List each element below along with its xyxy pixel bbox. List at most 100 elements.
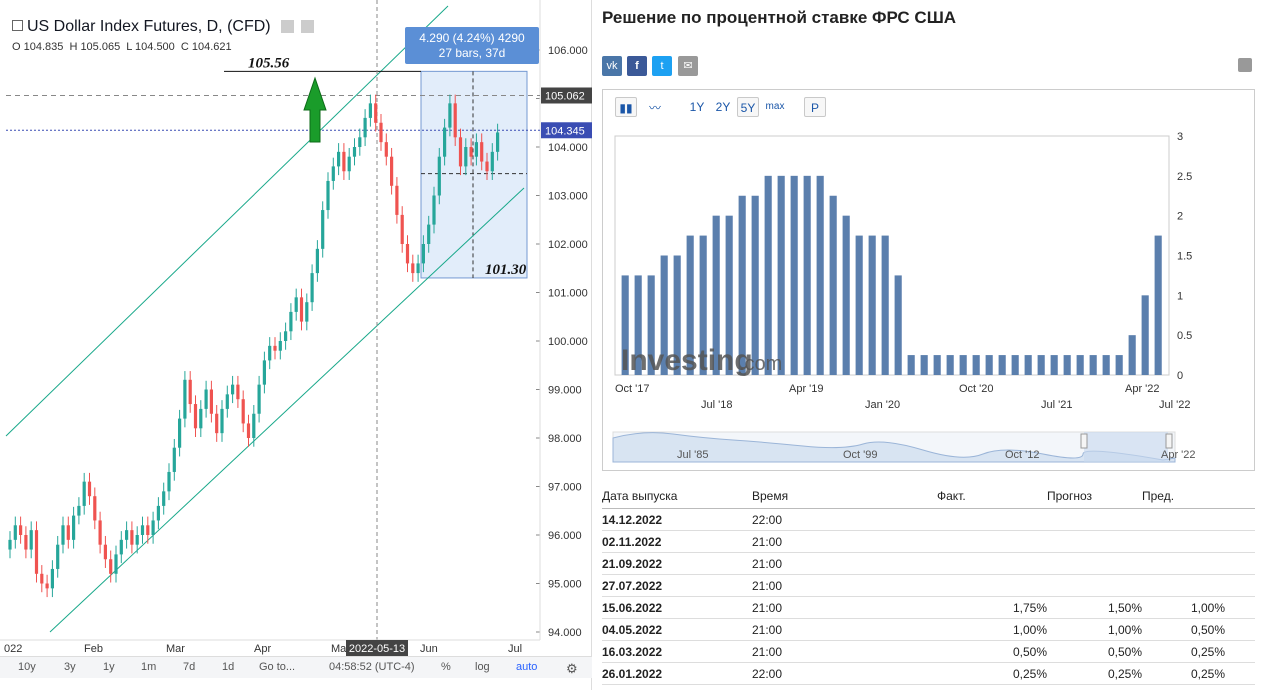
col-previous[interactable]: Пред.	[1142, 484, 1225, 509]
cell-previous	[1142, 552, 1225, 575]
settings-icon[interactable]	[281, 20, 295, 34]
candle-body	[405, 244, 410, 264]
y-tick-label: 1	[1177, 290, 1183, 302]
candle-body	[34, 530, 39, 574]
cell-actual	[937, 530, 1047, 553]
x-tick-label: Apr '22	[1125, 383, 1160, 395]
range-1m[interactable]: 1m	[141, 661, 156, 673]
range-max-button[interactable]: max	[762, 97, 788, 117]
price-tick-label: 99.000	[548, 385, 582, 397]
y-tick-label: 1.5	[1177, 251, 1192, 263]
investing-watermark: Investing	[621, 344, 753, 377]
range-1d[interactable]: 1d	[222, 661, 234, 673]
cell-forecast: 1,50%	[1047, 596, 1142, 619]
line-chart-toggle-icon[interactable]: 〰	[644, 97, 666, 117]
cell-forecast: 1,00%	[1047, 618, 1142, 641]
col-date[interactable]: Дата выпуска	[602, 484, 752, 509]
candlestick-chart[interactable]: 106.000105.000104.000103.000102.000101.0…	[0, 0, 592, 656]
table-header: Дата выпуска Время Факт. Прогноз Пред.	[602, 484, 1255, 509]
candle-body	[485, 161, 489, 172]
price-tick-label: 103.000	[548, 191, 588, 203]
candle-body	[490, 151, 494, 172]
candle-body	[241, 399, 245, 424]
cell-time: 21:00	[752, 552, 937, 575]
col-actual[interactable]: Факт.	[937, 484, 1047, 509]
candle-body	[284, 331, 288, 341]
cell-date: 21.09.2022	[602, 552, 752, 575]
range-5y-button[interactable]: 5Y	[737, 97, 759, 117]
instrument-name: US Dollar Index Futures, D, (CFD)	[27, 18, 271, 35]
time-tick-label: Ma	[331, 643, 347, 655]
chart-title: US Dollar Index Futures, D, (CFD)	[12, 18, 314, 36]
x-tick-label: Jan '20	[865, 399, 900, 411]
ohlc-readout: O 104.835 H 105.065 L 104.500 C 104.621	[12, 41, 235, 53]
cell-time: 22:00	[752, 508, 937, 531]
navigator-handle-right	[1165, 433, 1173, 449]
cell-date: 14.12.2022	[602, 508, 752, 531]
cell-actual	[937, 508, 1047, 531]
candle-body	[156, 505, 160, 521]
y-tick-label: 2	[1177, 211, 1183, 223]
current-price: 104.345	[545, 125, 585, 137]
candle-body	[326, 180, 330, 211]
candle-body	[215, 413, 219, 434]
percent-toggle[interactable]: %	[441, 661, 451, 673]
facebook-share-icon[interactable]: f	[627, 56, 647, 76]
bar-chart-toggle-icon[interactable]: ▮▮	[615, 97, 637, 117]
candle-body	[368, 103, 372, 118]
candle-body	[45, 583, 49, 589]
cell-forecast	[1047, 552, 1142, 575]
candle-body	[358, 137, 362, 147]
rate-bar	[829, 195, 837, 375]
candle-body	[421, 244, 425, 264]
candle-body	[432, 195, 436, 225]
rate-bar	[842, 215, 850, 375]
gear-icon[interactable]: ⚙	[566, 661, 578, 677]
candle-body	[331, 166, 335, 181]
col-forecast[interactable]: Прогноз	[1047, 484, 1142, 509]
candle-body	[98, 520, 102, 545]
rate-bar	[1063, 355, 1071, 375]
range-1y-button[interactable]: 1Y	[686, 97, 708, 117]
candle-body	[384, 142, 388, 157]
channel-lower	[49, 187, 525, 633]
y-tick-label: 3	[1177, 131, 1183, 143]
cell-time: 21:00	[752, 618, 937, 641]
x-tick-label: Jul '21	[1041, 399, 1072, 411]
collapse-icon[interactable]	[12, 20, 23, 32]
date-marker: 2022-05-13	[349, 643, 405, 655]
candle-body	[305, 302, 309, 322]
p-button[interactable]: P	[804, 97, 826, 117]
range-10y[interactable]: 10y	[18, 661, 36, 673]
cell-time: 21:00	[752, 574, 937, 597]
candle-body	[395, 185, 399, 215]
candle-body	[443, 127, 447, 157]
navigator-label: Oct '99	[843, 449, 878, 461]
range-3y[interactable]: 3y	[64, 661, 76, 673]
twitter-share-icon[interactable]: t	[652, 56, 672, 76]
range-7d[interactable]: 7d	[183, 661, 195, 673]
navigator-label: Oct '12	[1005, 449, 1040, 461]
gear-icon[interactable]	[300, 20, 314, 34]
price-chart-panel[interactable]: 106.000105.000104.000103.000102.000101.0…	[0, 0, 592, 690]
time-tick-label: 022	[4, 643, 22, 655]
vk-share-icon[interactable]: vk	[602, 56, 622, 76]
candle-body	[437, 156, 441, 196]
log-toggle[interactable]: log	[475, 661, 490, 673]
candle-body	[87, 481, 92, 497]
low-value: L 104.500	[126, 41, 175, 53]
auto-toggle[interactable]: auto	[516, 661, 537, 673]
print-icon[interactable]	[1238, 58, 1252, 72]
events-table: Дата выпуска Время Факт. Прогноз Пред. 1…	[602, 484, 1255, 685]
range-tooltip-line1: 4.290 (4.24%) 4290	[419, 31, 525, 45]
mail-share-icon[interactable]: ✉	[678, 56, 698, 76]
goto-button[interactable]: Go to...	[259, 661, 295, 673]
range-1y[interactable]: 1y	[103, 661, 115, 673]
candle-body	[183, 379, 187, 419]
candle-body	[178, 418, 182, 448]
table-row: 16.03.2022 21:00 0,50% 0,50% 0,25%	[602, 640, 1255, 663]
price-tick-label: 104.000	[548, 142, 588, 154]
range-2y-button[interactable]: 2Y	[712, 97, 734, 117]
candle-body	[93, 496, 97, 521]
col-time[interactable]: Время	[752, 484, 937, 509]
